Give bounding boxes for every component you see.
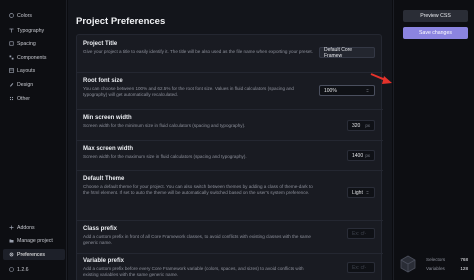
divider xyxy=(77,140,383,141)
unit-label: px xyxy=(365,123,370,128)
save-changes-button[interactable]: Save changes xyxy=(403,27,468,39)
input-value: 1400 xyxy=(352,152,364,159)
setting-description: Screen width for the minimum size in flu… xyxy=(83,123,246,128)
chevron-updown-icon xyxy=(366,88,369,93)
stats-box: Selectors 768 Variables 128 xyxy=(398,253,472,277)
sidebar-item-preferences[interactable]: Preferences xyxy=(3,249,65,260)
sidebar-item-label: Other xyxy=(17,95,30,102)
page-title: Project Preferences xyxy=(76,16,166,27)
preview-css-button[interactable]: Preview CSS xyxy=(403,10,468,22)
unit-label: px xyxy=(365,153,370,158)
variables-stat: Variables 128 xyxy=(426,266,468,271)
core-framework-logo-icon xyxy=(400,255,416,273)
setting-label: Class prefix xyxy=(83,226,118,232)
divider xyxy=(77,72,383,73)
sidebar-item-typography[interactable]: Typography xyxy=(3,25,65,36)
input-value: 320 xyxy=(352,122,361,129)
sidebar-item-addons[interactable]: Addons xyxy=(3,222,65,233)
sidebar-item-label: Manage project xyxy=(17,237,53,244)
setting-label: Min screen width xyxy=(83,115,132,121)
preferences-section: Project Title Give your project a title … xyxy=(76,34,383,280)
main-panel: Project Preferences Project Title Give y… xyxy=(68,0,392,280)
gear-icon xyxy=(9,252,14,257)
setting-default-theme: Default Theme Choose a default theme for… xyxy=(83,176,383,197)
type-icon xyxy=(9,28,14,33)
root-font-size-select[interactable]: 100% xyxy=(319,85,375,96)
stat-label: Selectors xyxy=(426,257,446,262)
spacing-icon xyxy=(9,41,14,46)
setting-variable-prefix: Variable prefix Add a custom prefix befo… xyxy=(83,258,383,279)
divider xyxy=(77,170,383,171)
setting-description: Add a custom prefix before every Core Fr… xyxy=(83,266,304,278)
select-value: 100% xyxy=(324,87,337,94)
setting-label: Variable prefix xyxy=(83,258,125,264)
stat-label: Variables xyxy=(426,266,445,271)
components-icon xyxy=(9,55,14,60)
sidebar-item-manage-project[interactable]: Manage project xyxy=(3,235,65,246)
info-icon xyxy=(9,267,14,272)
variable-prefix-input[interactable]: Ex: cf- xyxy=(347,262,375,273)
layout-icon xyxy=(9,68,14,73)
right-panel: Preview CSS Save changes Selectors 768 V… xyxy=(393,0,474,280)
sidebar-item-design[interactable]: Design xyxy=(3,79,65,90)
folder-icon xyxy=(9,238,14,243)
setting-description: Give your project a title to easily iden… xyxy=(83,49,313,54)
setting-max-screen-width: Max screen width Screen width for the ma… xyxy=(83,146,383,160)
divider xyxy=(77,220,383,221)
setting-min-screen-width: Min screen width Screen width for the mi… xyxy=(83,115,383,129)
sidebar-item-label: Typography xyxy=(17,27,45,34)
setting-class-prefix: Class prefix Add a custom prefix in fron… xyxy=(83,226,383,247)
setting-description: Choose a default theme for your project.… xyxy=(83,184,313,196)
sidebar-item-label: Addons xyxy=(17,224,35,231)
max-screen-width-input[interactable]: 1400 px xyxy=(347,150,375,161)
min-screen-width-input[interactable]: 320 px xyxy=(347,120,375,131)
stat-value: 128 xyxy=(460,266,468,271)
divider xyxy=(77,109,383,110)
divider xyxy=(77,253,383,254)
sidebar-item-spacing[interactable]: Spacing xyxy=(3,38,65,49)
sidebar-item-layouts[interactable]: Layouts xyxy=(3,65,65,76)
project-title-input[interactable]: Default Core Framew xyxy=(319,47,375,59)
class-prefix-input[interactable]: Ex: cf- xyxy=(347,228,375,239)
sidebar-item-colors[interactable]: Colors xyxy=(3,10,65,21)
grid-icon xyxy=(9,96,14,101)
design-icon xyxy=(9,82,14,87)
select-value: Light xyxy=(352,189,363,196)
sidebar-item-label: Spacing xyxy=(17,40,36,47)
default-theme-select[interactable]: Light xyxy=(347,187,375,198)
sidebar-item-label: Components xyxy=(17,54,47,61)
chevron-updown-icon xyxy=(366,190,369,195)
sidebar-item-label: Colors xyxy=(17,12,32,19)
annotation-arrow-icon xyxy=(370,73,392,84)
sidebar-item-other[interactable]: Other xyxy=(3,93,65,104)
sidebar-item-label: Design xyxy=(17,81,34,88)
version-label: 1.2.6 xyxy=(17,266,29,273)
sidebar-item-components[interactable]: Components xyxy=(3,52,65,63)
setting-description: Add a custom prefix in front of all Core… xyxy=(83,234,311,246)
stat-value: 768 xyxy=(460,257,468,262)
setting-description: You can choose between 100% and 62.5% fo… xyxy=(83,86,294,98)
palette-icon xyxy=(9,13,14,18)
setting-label: Max screen width xyxy=(83,146,134,152)
setting-label: Root font size xyxy=(83,78,123,84)
addon-icon xyxy=(9,225,14,230)
sidebar-item-label: Preferences xyxy=(17,251,45,258)
setting-description: Screen width for the maximum size in flu… xyxy=(83,154,247,159)
sidebar-item-label: Layouts xyxy=(17,67,36,74)
version-indicator: 1.2.6 xyxy=(3,264,65,275)
sidebar: Colors Typography Spacing Components Lay… xyxy=(0,0,67,280)
selectors-stat: Selectors 768 xyxy=(426,257,468,262)
setting-label: Default Theme xyxy=(83,176,125,182)
